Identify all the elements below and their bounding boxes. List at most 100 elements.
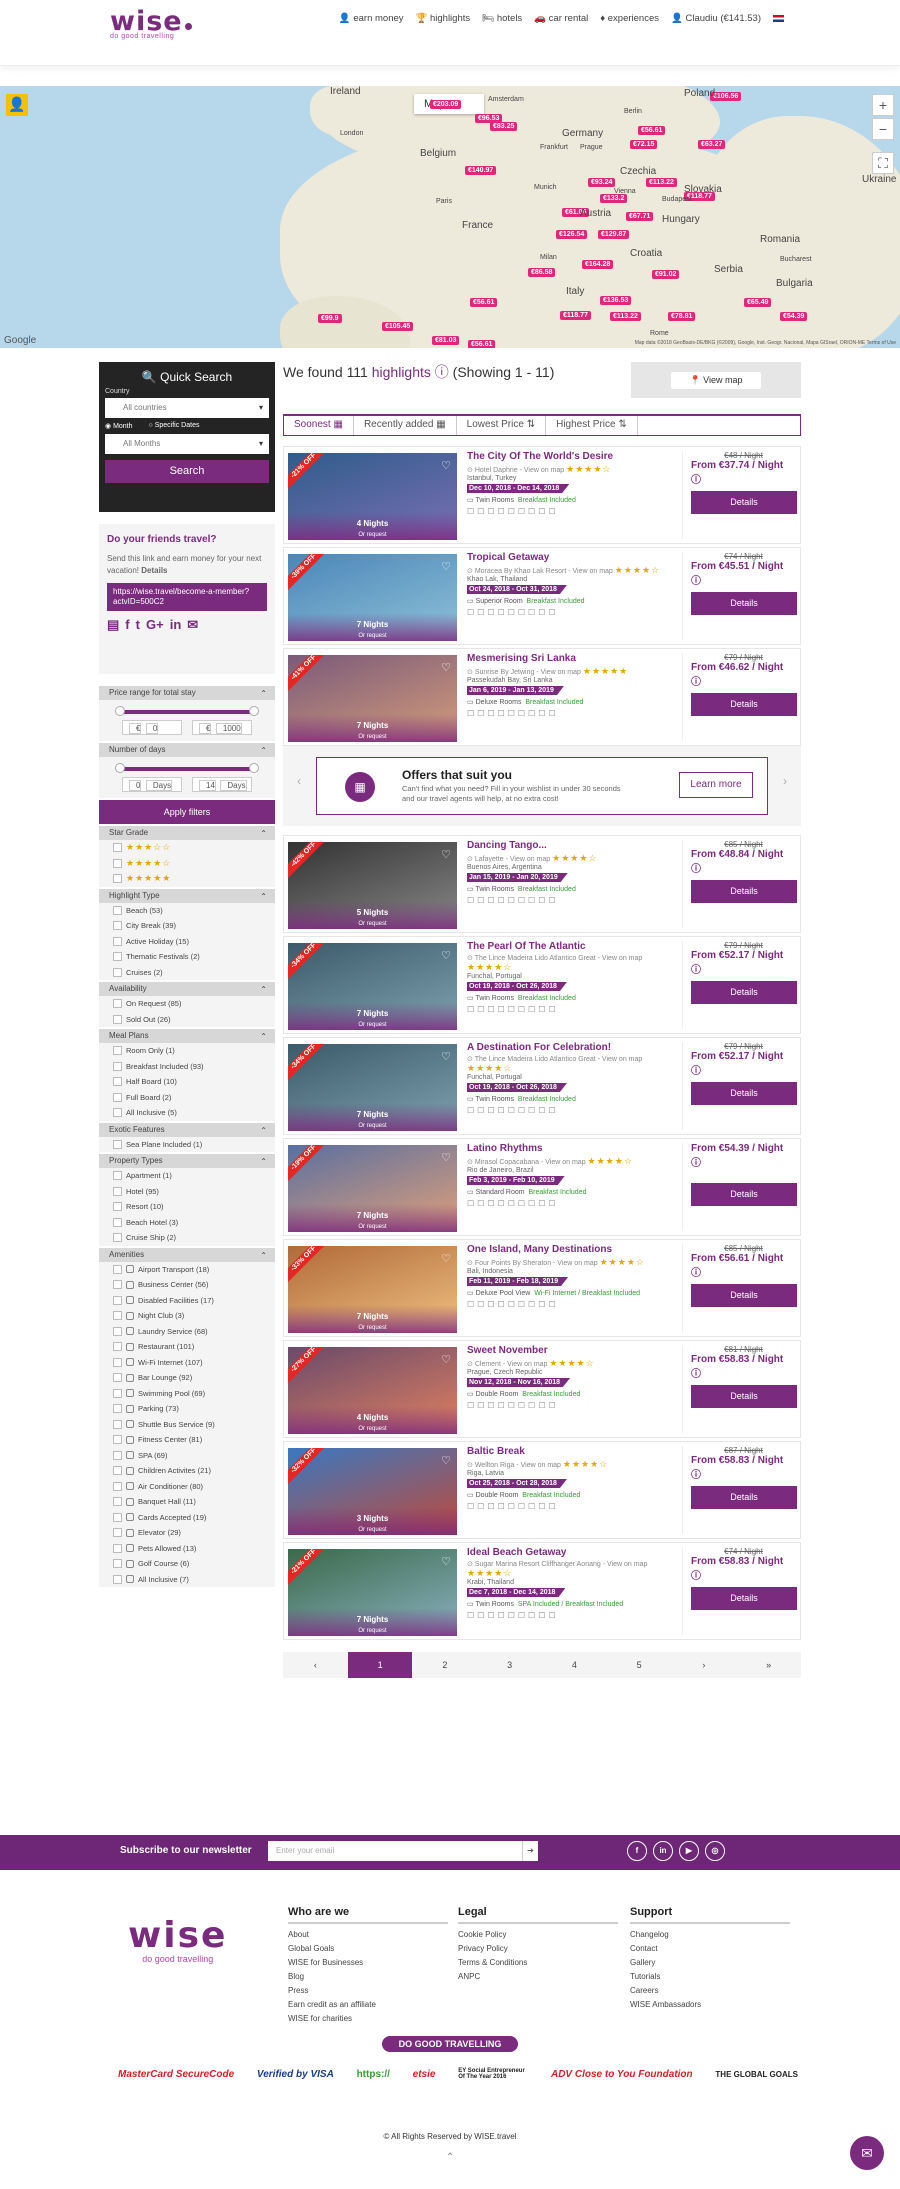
price-pin[interactable]: €93.24 xyxy=(588,178,616,187)
checkbox[interactable] xyxy=(113,1077,122,1087)
checkbox[interactable] xyxy=(113,1357,122,1367)
filter-option[interactable]: Bar Lounge (92) xyxy=(99,1370,275,1386)
details-button[interactable]: Details xyxy=(691,880,797,903)
checkbox[interactable] xyxy=(113,1450,122,1460)
details-button[interactable]: Details xyxy=(691,1183,797,1206)
heart-icon[interactable]: ♡ xyxy=(441,1151,451,1164)
footer-link[interactable]: WISE for charities xyxy=(288,2012,448,2026)
checkbox[interactable] xyxy=(113,1388,122,1398)
footer-link[interactable]: WISE Ambassadors xyxy=(630,1998,790,2012)
filter-option[interactable]: Wi-Fi Internet (107) xyxy=(99,1355,275,1371)
details-button[interactable]: Details xyxy=(691,491,797,514)
checkbox[interactable] xyxy=(113,1171,122,1181)
info-icon[interactable]: ⓘ xyxy=(691,864,701,875)
filter-option[interactable]: Half Board (10) xyxy=(99,1074,275,1090)
checkbox[interactable] xyxy=(113,1435,122,1445)
heart-icon[interactable]: ♡ xyxy=(441,1050,451,1063)
checkbox[interactable] xyxy=(113,1543,122,1553)
result-card[interactable]: -32% OFF ♡ 3 Nights Or request Baltic Br… xyxy=(283,1441,801,1539)
checkbox[interactable] xyxy=(113,1559,122,1569)
filter-option[interactable]: Sea Plane Included (1) xyxy=(99,1137,275,1153)
checkbox[interactable] xyxy=(113,1404,122,1414)
result-card[interactable]: -27% OFF ♡ 4 Nights Or request Sweet Nov… xyxy=(283,1340,801,1438)
filter-option[interactable]: Sold Out (26) xyxy=(99,1012,275,1028)
nav-car-rental[interactable]: 🚗 car rental xyxy=(534,13,588,24)
card-title[interactable]: Sweet November xyxy=(467,1345,677,1356)
checkbox[interactable] xyxy=(113,1481,122,1491)
checkbox[interactable] xyxy=(113,1528,122,1538)
checkbox[interactable] xyxy=(113,1342,122,1352)
checkbox[interactable] xyxy=(113,1419,122,1429)
price-slider[interactable] xyxy=(115,706,259,716)
card-title[interactable]: The City Of The World's Desire xyxy=(467,451,677,462)
filter-option[interactable]: Room Only (1) xyxy=(99,1043,275,1059)
nav-hotels[interactable]: 🛏 hotels xyxy=(482,13,522,24)
card-hotel[interactable]: ⊙ Moracea By Khao Lak Resort - View on m… xyxy=(467,565,677,576)
checkbox[interactable] xyxy=(113,843,122,853)
heart-icon[interactable]: ♡ xyxy=(441,949,451,962)
price-pin[interactable]: €118.77 xyxy=(560,311,591,320)
card-title[interactable]: Dancing Tango... xyxy=(467,840,677,851)
footer-link[interactable]: Global Goals xyxy=(288,1942,448,1956)
checkbox[interactable] xyxy=(113,1186,122,1196)
doc-share-icon[interactable]: ▤ xyxy=(107,617,119,633)
info-icon[interactable]: ⓘ xyxy=(691,475,701,486)
filter-option[interactable]: ★★★★★ xyxy=(99,871,275,887)
offers-prev-icon[interactable]: ‹ xyxy=(297,774,301,788)
price-pin[interactable]: €56.61 xyxy=(638,126,666,135)
price-pin[interactable]: €105.45 xyxy=(382,322,414,331)
filter-option[interactable]: On Request (85) xyxy=(99,996,275,1012)
filter-option[interactable]: Fitness Center (81) xyxy=(99,1432,275,1448)
price-pin[interactable]: €81.03 xyxy=(432,336,460,345)
days-max-input[interactable]: 14 Days xyxy=(192,777,252,792)
result-card[interactable]: -19% OFF ♡ 7 Nights Or request Latino Rh… xyxy=(283,1138,801,1236)
footer-link[interactable]: Privacy Policy xyxy=(458,1942,618,1956)
amenities-filter-title[interactable]: Amenities xyxy=(99,1247,275,1263)
pegman-icon[interactable]: 👤 xyxy=(6,94,28,116)
view-map-button[interactable]: 📍 View map xyxy=(671,372,761,389)
card-title[interactable]: Baltic Break xyxy=(467,1446,677,1457)
card-image[interactable]: -34% OFF ♡ 7 Nights Or request xyxy=(288,943,457,1030)
fullscreen-icon[interactable]: ⛶ xyxy=(872,152,894,174)
checkbox[interactable] xyxy=(113,967,122,977)
card-hotel[interactable]: ⊙ Clement - View on map ★★★★☆ xyxy=(467,1358,677,1369)
price-min-input[interactable]: € 0 xyxy=(122,720,182,735)
card-hotel[interactable]: ⊙ The Lince Madeira Lido Atlantico Great… xyxy=(467,1055,677,1074)
heart-icon[interactable]: ♡ xyxy=(441,560,451,573)
info-icon[interactable]: ⓘ xyxy=(691,576,701,587)
price-pin[interactable]: €136.53 xyxy=(600,296,632,305)
property-filter-title[interactable]: Property Types xyxy=(99,1154,275,1169)
filter-option[interactable]: Cruise Ship (2) xyxy=(99,1230,275,1246)
days-slider[interactable] xyxy=(115,763,259,773)
nav-experiences[interactable]: ♦ experiences xyxy=(600,13,659,24)
highlight-filter-title[interactable]: Highlight Type xyxy=(99,888,275,904)
results-map[interactable]: Map ▾ 👤 + − ⛶ €106.56€96.53€83.25€56.61€… xyxy=(0,86,900,348)
filter-option[interactable]: Cards Accepted (19) xyxy=(99,1510,275,1526)
filter-option[interactable]: Full Board (2) xyxy=(99,1090,275,1106)
nav-account[interactable]: 👤 Claudiu (€141.53) xyxy=(671,13,761,24)
filter-option[interactable]: Golf Course (6) xyxy=(99,1556,275,1572)
details-button[interactable]: Details xyxy=(691,981,797,1004)
referral-link[interactable]: https://wise.travel/become-a-member?actv… xyxy=(107,583,267,611)
filter-option[interactable]: Active Holiday (15) xyxy=(99,934,275,950)
checkbox[interactable] xyxy=(113,1202,122,1212)
offers-next-icon[interactable]: › xyxy=(783,774,787,788)
checkbox[interactable] xyxy=(113,952,122,962)
card-hotel[interactable]: ⊙ Hotel Daphne - View on map ★★★★☆ xyxy=(467,464,677,475)
card-image[interactable]: -21% OFF ♡ 7 Nights Or request xyxy=(288,1549,457,1636)
days-min-input[interactable]: 0 Days xyxy=(122,777,182,792)
page-link[interactable]: » xyxy=(737,1652,801,1678)
google-plus-icon[interactable]: G+ xyxy=(146,617,164,633)
days-filter-title[interactable]: Number of days xyxy=(99,743,275,758)
heart-icon[interactable]: ♡ xyxy=(441,661,451,674)
heart-icon[interactable]: ♡ xyxy=(441,1353,451,1366)
zoom-in-button[interactable]: + xyxy=(872,94,894,116)
filter-option[interactable]: All Inclusive (5) xyxy=(99,1105,275,1121)
sort-soonest[interactable]: Soonest ▦ xyxy=(284,416,354,435)
price-pin[interactable]: €54.39 xyxy=(780,312,808,321)
youtube-icon[interactable]: ▶ xyxy=(679,1841,699,1861)
info-icon[interactable]: ⓘ xyxy=(691,1369,701,1380)
do-good-travelling-badge[interactable]: DO GOOD TRAVELLING xyxy=(382,2036,518,2052)
price-pin[interactable]: €133.2 xyxy=(600,194,628,203)
checkbox[interactable] xyxy=(113,1108,122,1118)
